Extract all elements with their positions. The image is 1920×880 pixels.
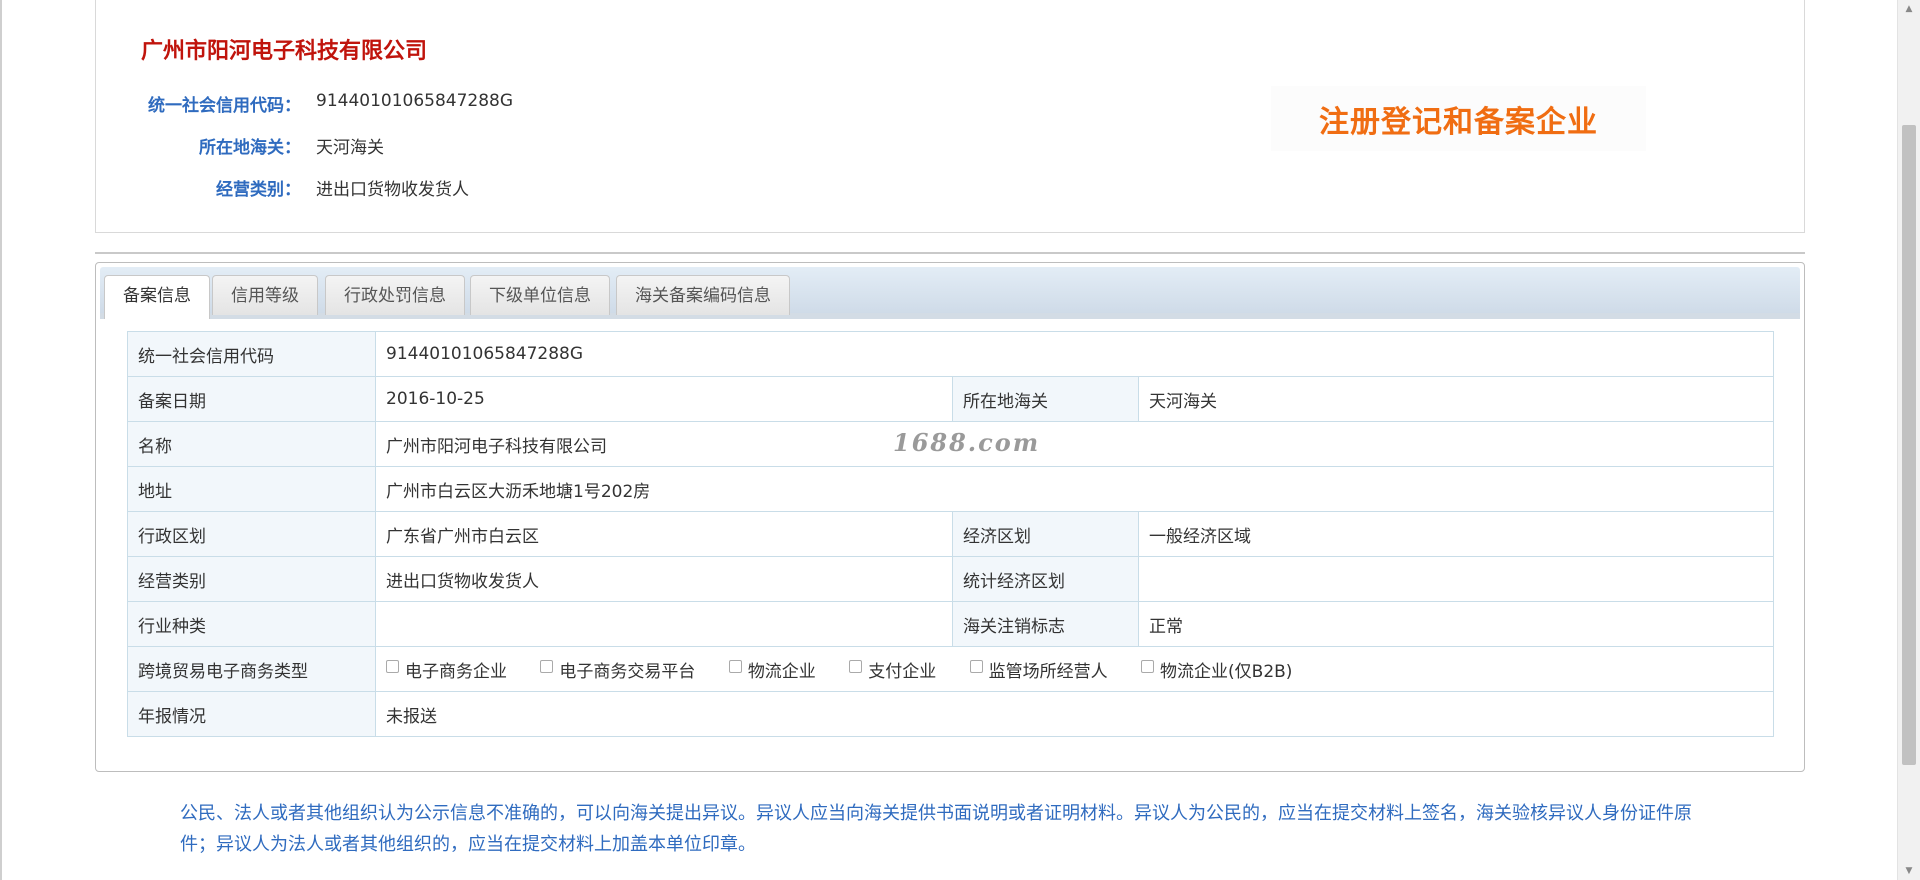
tab-customs-code-info[interactable]: 海关备案编码信息	[616, 275, 790, 315]
tab-filing-info[interactable]: 备案信息	[104, 275, 210, 319]
cell-label: 经营类别	[127, 556, 376, 602]
checkbox-icon[interactable]	[1141, 659, 1155, 673]
cell-label: 所在地海关	[952, 376, 1139, 422]
scrollbar-thumb[interactable]	[1902, 125, 1916, 765]
table-row: 跨境贸易电子商务类型 电子商务企业 电子商务交易平台 物流企业 支付企业 监管场…	[127, 646, 1775, 692]
cell-label: 经济区划	[952, 511, 1139, 557]
checkbox-payment[interactable]: 支付企业	[849, 657, 936, 682]
table-row: 行政区划 广东省广州市白云区 经济区划 一般经济区域	[127, 511, 1775, 557]
credit-code-value: 91440101065847288G	[316, 91, 514, 111]
cell-value: 进出口货物收发货人	[375, 556, 953, 602]
table-row: 备案日期 2016-10-25 所在地海关 天河海关	[127, 376, 1775, 422]
scroll-up-icon[interactable]: ▲	[1898, 0, 1920, 18]
customs-label: 所在地海关：	[199, 138, 301, 158]
business-type-label: 经营类别：	[216, 180, 301, 200]
cell-label: 名称	[127, 421, 376, 467]
table-row: 行业种类 海关注销标志 正常	[127, 601, 1775, 647]
cell-label: 统一社会信用代码	[127, 331, 376, 377]
registration-stamp: 注册登记和备案企业	[1271, 86, 1646, 151]
cell-label: 海关注销标志	[952, 601, 1139, 647]
checkbox-icon[interactable]	[540, 659, 554, 673]
registration-stamp-text: 注册登记和备案企业	[1319, 104, 1598, 140]
cell-label: 跨境贸易电子商务类型	[127, 646, 376, 692]
table-row: 经营类别 进出口货物收发货人 统计经济区划	[127, 556, 1775, 602]
tab-bar: 备案信息 信用等级 行政处罚信息 下级单位信息 海关备案编码信息	[100, 267, 1800, 319]
scroll-down-icon[interactable]: ▼	[1898, 862, 1920, 880]
vertical-scrollbar[interactable]: ▲ ▼	[1897, 0, 1920, 880]
checkbox-ecommerce-enterprise[interactable]: 电子商务企业	[386, 657, 507, 682]
objection-notice: 公民、法人或者其他组织认为公示信息不准确的，可以向海关提出异议。异议人应当向海关…	[180, 803, 1692, 855]
checkbox-logistics-b2b[interactable]: 物流企业(仅B2B)	[1141, 657, 1292, 682]
cell-label: 年报情况	[127, 691, 376, 737]
cell-label: 备案日期	[127, 376, 376, 422]
company-name: 广州市阳河电子科技有限公司	[141, 39, 428, 64]
checkbox-ecommerce-platform[interactable]: 电子商务交易平台	[540, 657, 695, 682]
cell-value: 2016-10-25	[375, 376, 953, 422]
cell-value: 91440101065847288G	[374, 331, 1775, 377]
table-row: 统一社会信用代码 91440101065847288G	[127, 331, 1775, 377]
checkbox-logistics[interactable]: 物流企业	[728, 657, 816, 682]
business-type-value: 进出口货物收发货人	[316, 180, 469, 200]
company-header-card: 广州市阳河电子科技有限公司 统一社会信用代码： 9144010106584728…	[95, 0, 1805, 233]
credit-code-label: 统一社会信用代码：	[148, 96, 301, 116]
checkbox-icon[interactable]	[386, 659, 399, 673]
cell-value: 广州市白云区大沥禾地塘1号202房	[374, 466, 1775, 512]
page-edge	[0, 0, 2, 880]
cell-value: 一般经济区域	[1137, 511, 1775, 557]
cell-label: 地址	[127, 466, 376, 512]
cell-value: 正常	[1137, 601, 1775, 647]
checkbox-icon[interactable]	[969, 659, 983, 673]
info-panel: 备案信息 信用等级 行政处罚信息 下级单位信息 海关备案编码信息 统一社会信用代…	[95, 262, 1805, 772]
cell-value	[375, 601, 953, 647]
cell-value: 未报送	[374, 691, 1775, 737]
section-divider	[95, 252, 1805, 254]
cell-label: 行业种类	[127, 601, 376, 647]
cell-value: 广东省广州市白云区	[375, 511, 953, 557]
cell-value: 天河海关	[1137, 376, 1775, 422]
checkbox-icon[interactable]	[728, 659, 742, 673]
ecommerce-type-options: 电子商务企业 电子商务交易平台 物流企业 支付企业 监管场所经营人 物流企业(仅…	[374, 646, 1775, 692]
tab-admin-penalty[interactable]: 行政处罚信息	[325, 275, 465, 315]
tab-credit-rating[interactable]: 信用等级	[212, 275, 318, 315]
cell-value	[1137, 556, 1775, 602]
table-row: 地址 广州市白云区大沥禾地塘1号202房	[127, 466, 1775, 512]
cell-label: 统计经济区划	[952, 556, 1139, 602]
checkbox-icon[interactable]	[849, 659, 863, 673]
filing-info-table: 统一社会信用代码 91440101065847288G 备案日期 2016-10…	[127, 331, 1775, 737]
table-row: 年报情况 未报送	[127, 691, 1775, 737]
watermark: 1688.com	[893, 428, 1041, 457]
cell-value: 广州市阳河电子科技有限公司	[374, 421, 1775, 467]
tab-subordinate-units[interactable]: 下级单位信息	[470, 275, 610, 315]
customs-value: 天河海关	[316, 138, 384, 158]
checkbox-supervision-operator[interactable]: 监管场所经营人	[969, 657, 1108, 682]
cell-label: 行政区划	[127, 511, 376, 557]
